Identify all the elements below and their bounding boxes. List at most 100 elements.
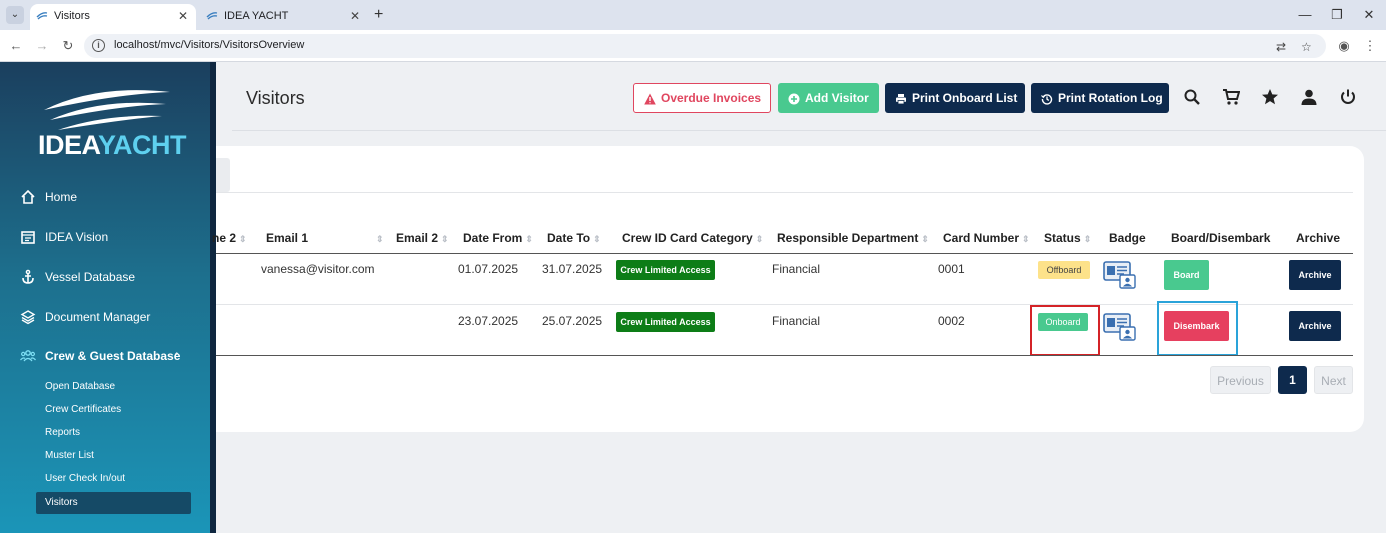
sort-icon: ⇕	[376, 234, 384, 244]
power-icon[interactable]	[1339, 88, 1357, 106]
profile-icon[interactable]: ◉	[1334, 37, 1354, 55]
user-icon[interactable]	[1300, 88, 1318, 106]
history-icon	[1041, 94, 1053, 105]
sidebar-subitem-user-check[interactable]: User Check In/out	[36, 468, 191, 490]
header-row-divider	[216, 253, 1353, 254]
column-header-name-2[interactable]: ne 2 ⇕	[212, 231, 247, 245]
cell-date-to: 31.07.2025	[542, 262, 603, 276]
page-title: Visitors	[246, 88, 305, 108]
print-onboard-list-button[interactable]: Print Onboard List	[885, 83, 1025, 113]
browser-menu-icon[interactable]: ⋮	[1360, 37, 1380, 55]
id-card-icon[interactable]	[1103, 312, 1137, 342]
cell-card-number: 0001	[938, 262, 965, 276]
category-badge: Crew Limited Access	[616, 260, 715, 280]
sort-icon: ⇕	[921, 234, 929, 244]
address-bar: ← → ↻ i localhost/mvc/Visitors/VisitorsO…	[0, 30, 1386, 62]
sort-icon: ⇕	[593, 234, 601, 244]
category-badge: Crew Limited Access	[616, 312, 715, 332]
cell-date-from: 23.07.2025	[458, 314, 519, 328]
tab-partial[interactable]	[216, 158, 230, 192]
logo-text: IDEAYACHT	[38, 130, 187, 160]
sort-icon: ⇕	[441, 234, 449, 244]
column-header-email-2[interactable]: Email 2 ⇕	[396, 231, 449, 245]
print-rotation-log-button[interactable]: Print Rotation Log	[1031, 83, 1169, 113]
sort-icon: ⇕	[1083, 234, 1092, 244]
favicon-icon	[206, 12, 218, 20]
cell-date-from: 01.07.2025	[458, 262, 519, 276]
search-icon[interactable]	[1183, 88, 1201, 106]
cell-department: Financial	[772, 262, 821, 276]
plus-circle-icon	[788, 93, 800, 105]
window-close-icon[interactable]: ✕	[1354, 4, 1384, 26]
anchor-icon	[22, 269, 34, 284]
tab-title: IDEA YACHT	[224, 10, 289, 22]
close-tab-icon[interactable]: ✕	[350, 4, 360, 28]
sort-icon: ⇕	[525, 234, 533, 244]
archive-button[interactable]: Archive	[1289, 260, 1341, 290]
column-header-date-from[interactable]: Date From ⇕	[463, 231, 533, 245]
calendar-icon	[21, 231, 35, 244]
sort-icon: ⇕	[755, 234, 764, 244]
site-info-icon[interactable]: i	[92, 39, 105, 52]
back-icon[interactable]: ←	[6, 37, 26, 55]
cell-card-number: 0002	[938, 314, 965, 328]
home-icon	[21, 189, 35, 204]
sort-icon: ⇕	[1022, 234, 1030, 244]
overdue-invoices-button[interactable]: Overdue Invoices	[633, 83, 771, 113]
sidebar-subitem-open-database[interactable]: Open Database	[36, 376, 191, 398]
id-card-icon[interactable]	[1103, 260, 1137, 290]
pagination-previous[interactable]: Previous	[1210, 366, 1271, 394]
column-header-responsible-department[interactable]: Responsible Department ⇕	[777, 231, 929, 245]
column-header-crew-id-category[interactable]: Crew ID Card Category ⇕	[622, 231, 763, 245]
chevron-up-icon: ⌃	[173, 351, 181, 361]
favicon-icon	[36, 12, 48, 20]
column-header-badge: Badge	[1109, 231, 1146, 245]
bookmark-star-icon[interactable]: ☆	[1301, 40, 1312, 54]
forward-icon[interactable]: →	[32, 37, 52, 55]
browser-tab-bar: ⌄ Visitors ✕ IDEA YACHT ✕ + — ❐ ✕	[0, 0, 1386, 30]
header-divider	[232, 130, 1386, 131]
column-header-status[interactable]: Status ⇕	[1044, 231, 1091, 245]
url-field[interactable]: i localhost/mvc/Visitors/VisitorsOvervie…	[84, 34, 1326, 58]
pagination-page-1[interactable]: 1	[1278, 366, 1307, 394]
restore-icon[interactable]: ❐	[1322, 4, 1352, 26]
sidebar-subitem-visitors[interactable]: Visitors	[36, 492, 191, 514]
main-content: Visitors Overdue Invoices Add Visitor Pr…	[212, 62, 1386, 533]
sidebar-subitem-muster-list[interactable]: Muster List	[36, 445, 191, 467]
column-header-archive: Archive	[1296, 231, 1341, 245]
visitors-table-card: ne 2 ⇕ Email 1 ⇕ Email 2 ⇕ Date From ⇕ Date …	[212, 146, 1364, 432]
browser-tab-visitors[interactable]: Visitors ✕	[30, 4, 196, 30]
warning-icon	[644, 93, 656, 105]
tab-search-button[interactable]: ⌄	[6, 6, 24, 24]
status-badge-offboard: Offboard	[1038, 261, 1090, 279]
add-visitor-button[interactable]: Add Visitor	[778, 83, 879, 113]
cell-department: Financial	[772, 314, 821, 328]
minimize-icon[interactable]: —	[1290, 4, 1320, 26]
column-header-card-number[interactable]: Card Number ⇕	[943, 231, 1030, 245]
close-tab-icon[interactable]: ✕	[178, 4, 188, 28]
star-icon[interactable]	[1261, 88, 1279, 106]
cart-icon[interactable]	[1222, 88, 1240, 106]
column-header-email-1[interactable]: Email 1 ⇕	[266, 231, 384, 245]
cell-date-to: 25.07.2025	[542, 314, 603, 328]
new-tab-icon[interactable]: +	[374, 4, 383, 26]
tab-title: Visitors	[54, 10, 90, 22]
layers-icon	[20, 310, 36, 325]
archive-button[interactable]: Archive	[1289, 311, 1341, 341]
board-button[interactable]: Board	[1164, 260, 1209, 290]
column-header-board-disembark: Board/Disembark	[1171, 231, 1271, 245]
sort-icon: ⇕	[239, 234, 247, 244]
disembark-button[interactable]: Disembark	[1164, 311, 1229, 341]
sidebar-subitem-crew-certificates[interactable]: Crew Certificates	[36, 399, 191, 421]
printer-icon	[896, 93, 906, 105]
table-bottom-divider	[216, 355, 1353, 356]
translate-icon[interactable]: ⇄	[1276, 40, 1286, 54]
column-header-date-to[interactable]: Date To ⇕	[547, 231, 601, 245]
users-icon	[20, 350, 36, 362]
sidebar-subitem-reports[interactable]: Reports	[36, 422, 191, 444]
pagination-next[interactable]: Next	[1314, 366, 1353, 394]
sidebar: IDEAYACHT Home IDEA Vision Vessel Databa…	[0, 62, 210, 533]
browser-tab-idea-yacht[interactable]: IDEA YACHT ✕	[200, 4, 368, 30]
status-badge-onboard: Onboard	[1038, 313, 1088, 331]
reload-icon[interactable]: ↻	[58, 37, 78, 55]
